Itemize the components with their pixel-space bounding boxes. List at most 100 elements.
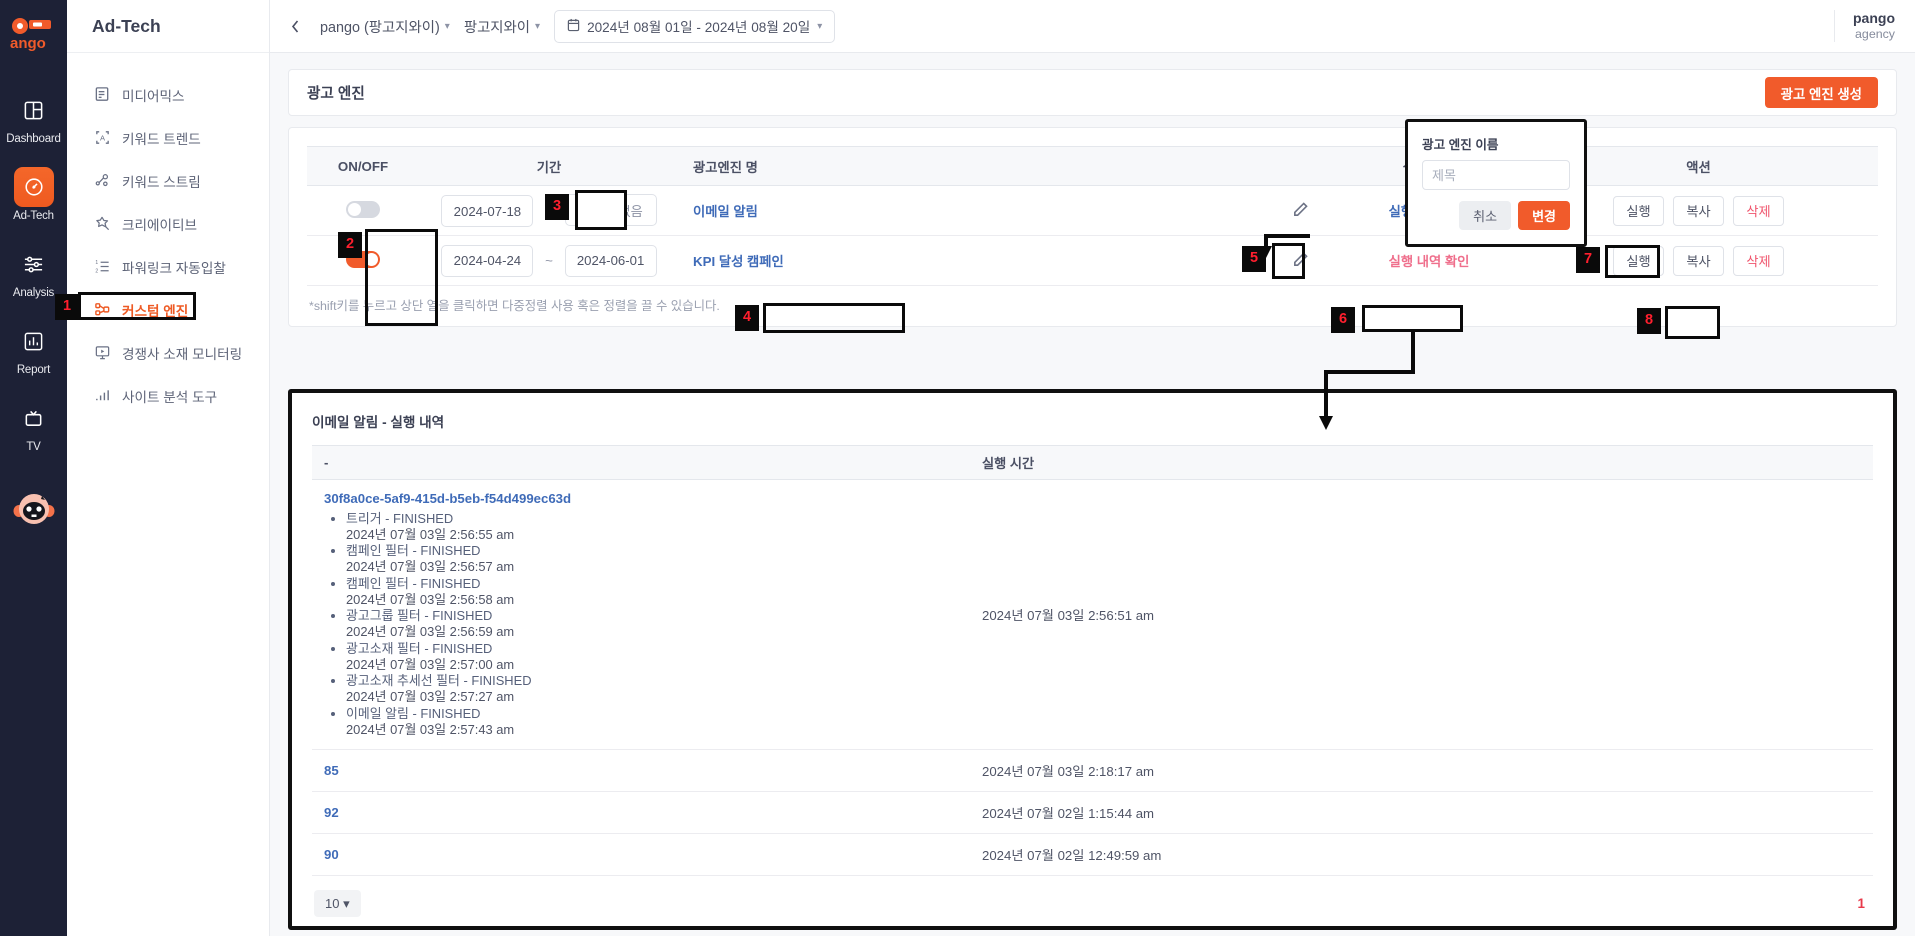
rename-input[interactable] [1422,160,1570,190]
rail-item-report[interactable]: Report [0,321,67,376]
sort-hint: *shift키를 누르고 상단 열을 클릭하면 다중정렬 사용 혹은 정렬을 끌… [309,299,720,313]
pango-logo[interactable]: ango [8,8,60,60]
calendar-icon [567,18,580,35]
rename-confirm-button[interactable]: 변경 [1518,201,1570,230]
list-item: 이메일 알림 - FINISHED2024년 07월 03일 2:57:43 a… [346,706,958,737]
primary-rail: ango Dashboard Ad-Tech Analysis Report T… [0,0,67,936]
breadcrumb-account[interactable]: pango (팡고지와이) ▾ [320,16,450,37]
rail-item-tv[interactable]: TV [0,398,67,453]
engine-name-kpi[interactable]: KPI 달성 캠페인 [693,254,784,269]
end-date-row2[interactable]: 2024-06-01 [564,244,657,277]
engine-table-body: 2024-07-18 ~ 종료일 없음 이메일 알림 실행 실행 복사 삭제 2… [307,185,1878,286]
run-id-link[interactable]: 92 [324,805,339,820]
table-row: 2024-07-18 ~ 종료일 없음 이메일 알림 실행 실행 복사 삭제 [307,185,1878,236]
end-date-row1[interactable]: 종료일 없음 [564,194,657,226]
history-table-body: 30f8a0ce-5af9-415d-b5eb-f54d499ec63d 트리거… [312,479,1873,877]
delete-button-row2[interactable]: 삭제 [1733,245,1784,276]
history-cell-time: 2024년 07월 02일 1:15:44 am [970,791,1873,835]
breadcrumb-advertiser-label: 팡고지와이 [463,19,531,36]
create-engine-button[interactable]: 광고 엔진 생성 [1764,77,1878,108]
list-item: 광고소재 필터 - FINISHED2024년 07월 03일 2:57:00 … [346,641,958,672]
main-region: pango (팡고지와이) ▾ 팡고지와이 ▾ 2024년 08월 01일 - … [270,0,1915,936]
sidebar-nav-list: 미디어믹스 A 키워드 트렌드 키워드 스트림 크리에이티브 1 2 파워링크 … [67,53,269,417]
chevron-down-icon: ▾ [817,20,823,32]
cell-engine-name-row1: 이메일 알림 [679,185,1009,236]
engine-table-head: ON/OFF 기간 광고엔진 명 실행 내역 액션 [307,146,1878,186]
run-button-row2[interactable]: 실행 [1613,245,1664,276]
sidebar-item-label: 경쟁사 소재 모니터링 [122,346,243,362]
chevron-left-icon[interactable] [284,15,306,37]
sidebar-item-site-analytics[interactable]: 사이트 분석 도구 [67,374,269,417]
date-separator: ~ [545,203,553,219]
cell-edit-row2 [1009,235,1339,286]
copy-button-row2[interactable]: 복사 [1673,245,1724,276]
rail-item-adtech[interactable]: Ad-Tech [0,167,67,222]
history-link-row2[interactable]: 실행 내역 확인 [1389,254,1470,269]
execution-history-table: - 실행 시간 30f8a0ce-5af9-415d-b5eb-f54d499e… [312,445,1873,877]
history-header-row: - 실행 시간 [312,445,1873,480]
onoff-toggle-row1[interactable] [346,200,380,218]
page-number-1[interactable]: 1 [1858,896,1871,911]
app-root: ango Dashboard Ad-Tech Analysis Report T… [0,0,1915,936]
rail-item-dashboard[interactable]: Dashboard [0,90,67,145]
sidebar-item-creative[interactable]: 크리에이티브 [67,202,269,245]
step-time: 2024년 07월 03일 2:56:59 am [346,624,515,640]
table-row: 30f8a0ce-5af9-415d-b5eb-f54d499ec63d 트리거… [312,479,1873,751]
column-header-period[interactable]: 기간 [419,146,679,186]
secondary-sidebar: Ad-Tech 미디어믹스 A 키워드 트렌드 키워드 스트림 크리에이티브 1… [67,0,270,936]
history-cell-time: 2024년 07월 03일 2:56:51 am [970,479,1873,751]
list-item: 광고그룹 필터 - FINISHED2024년 07월 03일 2:56:59 … [346,608,958,639]
history-cell-detail: 92 [312,791,970,835]
run-id-link[interactable]: 85 [324,763,339,778]
step-time: 2024년 07월 03일 2:57:43 am [346,721,515,737]
onoff-toggle-row2[interactable] [346,250,380,268]
pango-mascot-icon[interactable] [12,487,56,536]
rail-item-analysis[interactable]: Analysis [0,244,67,299]
step-name: 광고소재 추세선 필터 - FINISHED [346,673,532,689]
sidebar-item-keyword-stream[interactable]: 키워드 스트림 [67,159,269,202]
rename-popup-label: 광고 엔진 이름 [1422,138,1499,152]
engine-table: ON/OFF 기간 광고엔진 명 실행 내역 액션 [307,146,1878,286]
rename-cancel-button[interactable]: 취소 [1459,201,1512,230]
run-button-row1[interactable]: 실행 [1613,195,1664,226]
account-info[interactable]: pango agency [1834,10,1895,42]
run-id-link[interactable]: 30f8a0ce-5af9-415d-b5eb-f54d499ec63d [324,491,571,506]
step-list: 트리거 - FINISHED2024년 07월 03일 2:56:55 am 캠… [324,511,958,737]
monitor-play-icon [93,343,112,362]
column-header-onoff[interactable]: ON/OFF [307,146,419,186]
date-range-picker[interactable]: 2024년 08월 01일 - 2024년 08월 20일 ▾ [554,9,836,43]
history-cell-detail: 90 [312,833,970,877]
step-time: 2024년 07월 03일 2:56:58 am [346,591,515,607]
engine-card-header: 광고 엔진 광고 엔진 생성 [288,69,1897,116]
copy-button-row1[interactable]: 복사 [1673,195,1724,226]
history-column-header-id[interactable]: - [312,445,970,480]
ordered-list-icon: 1 2 [93,257,112,276]
sidebar-item-media-mix[interactable]: 미디어믹스 [67,73,269,116]
account-role: agency [1855,26,1895,41]
caret-down-icon: ▾ [343,895,350,911]
sidebar-item-custom-engine[interactable]: 커스텀 엔진 [67,288,269,331]
edit-pencil-row1[interactable] [1292,201,1309,221]
sidebar-item-competitor-monitoring[interactable]: 경쟁사 소재 모니터링 [67,331,269,374]
table-row: 90 2024년 07월 02일 12:49:59 am [312,833,1873,877]
sidebar-item-keyword-trend[interactable]: A 키워드 트렌드 [67,116,269,159]
run-id-link[interactable]: 90 [324,847,339,862]
column-header-engine-name[interactable]: 광고엔진 명 [679,146,1009,186]
cell-onoff-row2 [307,235,419,286]
table-row: 92 2024년 07월 02일 1:15:44 am [312,791,1873,835]
edit-pencil-row2[interactable] [1292,251,1309,271]
sidebar-item-powerlink-autobid[interactable]: 1 2 파워링크 자동입찰 [67,245,269,288]
engine-name-email-alert[interactable]: 이메일 알림 [693,204,758,219]
page-size-select[interactable]: 10 ▾ [314,890,361,918]
sidebar-item-label: 사이트 분석 도구 [122,389,218,405]
start-date-row1[interactable]: 2024-07-18 [441,195,534,227]
step-name: 캠페인 필터 - FINISHED [346,575,481,591]
step-name: 광고소재 필터 - FINISHED [346,640,493,656]
list-item: 트리거 - FINISHED2024년 07월 03일 2:56:55 am [346,511,958,542]
analytics-bars-icon [93,386,112,405]
delete-button-row1[interactable]: 삭제 [1733,195,1784,226]
sparkle-star-icon [93,214,112,233]
breadcrumb-advertiser[interactable]: 팡고지와이 ▾ [464,16,540,37]
start-date-row2[interactable]: 2024-04-24 [441,244,534,277]
history-column-header-time[interactable]: 실행 시간 [970,445,1873,480]
